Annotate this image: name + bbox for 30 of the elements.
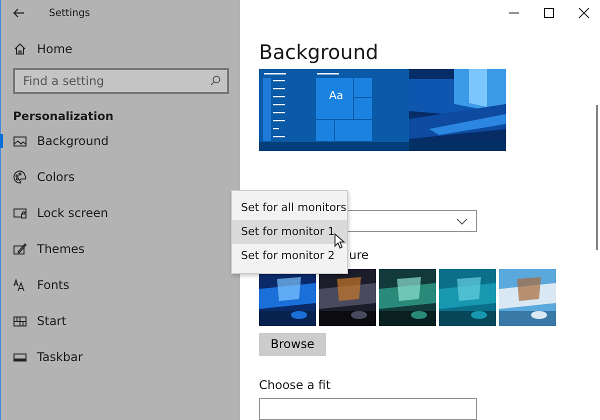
tile-text: Aa (329, 89, 344, 102)
search-field[interactable]: Find a setting (13, 68, 229, 94)
maximize-icon[interactable] (543, 6, 555, 19)
field-label: ure (349, 248, 369, 263)
sidebar-item[interactable]: Taskbar (1, 339, 240, 375)
tiles-icon (13, 314, 27, 328)
pen-icon (13, 242, 27, 256)
browse-button[interactable]: Browse (259, 332, 326, 356)
home-icon (13, 42, 27, 56)
sidebar-item[interactable]: Background (1, 123, 240, 159)
cursor-icon (334, 233, 345, 249)
sidebar-item[interactable]: Fonts (1, 267, 240, 303)
window-title: Settings (49, 8, 90, 18)
section-heading: Personalization (12, 108, 114, 123)
chevron-icon (456, 218, 468, 224)
fit-dropdown[interactable] (259, 398, 477, 420)
scrollbar[interactable] (596, 105, 598, 250)
home-link[interactable]: Home (1, 26, 72, 56)
sidebar-item[interactable]: Start (1, 303, 240, 339)
close-icon[interactable] (578, 6, 590, 19)
lock-screen-icon (13, 206, 27, 220)
picture-icon (13, 134, 27, 148)
search-icon (210, 75, 221, 86)
field-label: Choose a fit (259, 377, 331, 392)
menu-item[interactable]: Set for monitor 1 (232, 220, 347, 244)
sidebar-item[interactable]: Colors (1, 159, 240, 195)
back-icon[interactable] (13, 8, 25, 18)
page-heading: Background (259, 38, 378, 66)
palette-icon (13, 170, 27, 184)
fonts-icon (13, 278, 27, 292)
